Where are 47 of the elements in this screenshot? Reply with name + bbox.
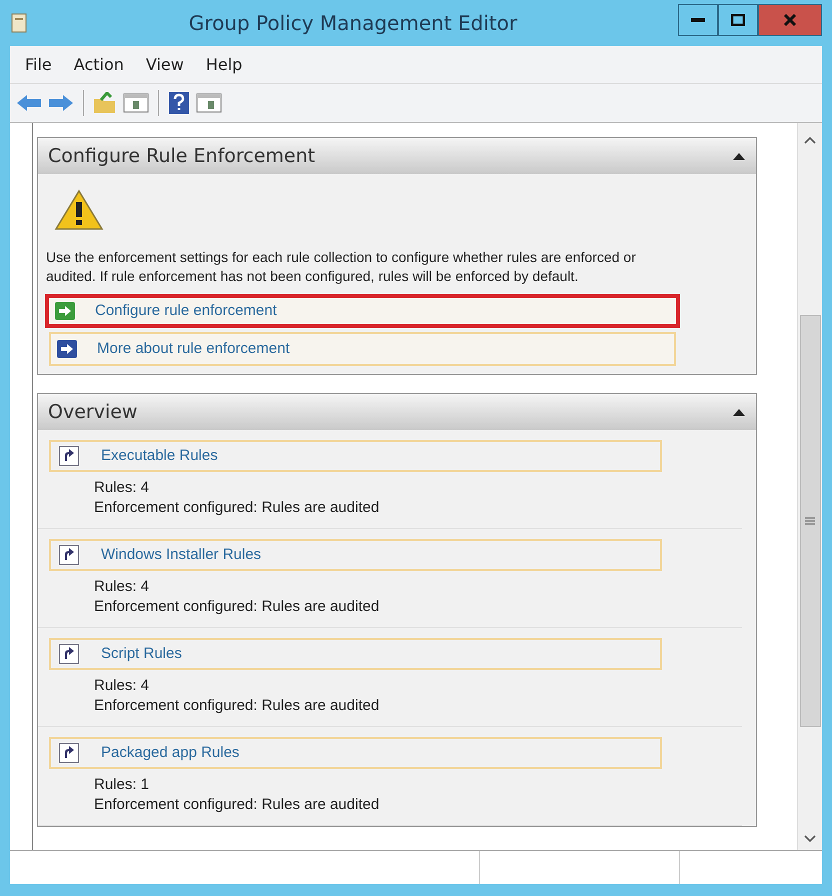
rule-link[interactable]: Packaged app Rules	[49, 737, 662, 769]
enforcement-status: Enforcement configured: Rules are audited	[94, 597, 380, 617]
menu-item[interactable]: File	[16, 50, 61, 78]
shortcut-icon	[59, 743, 79, 763]
rules-count: Rules: 1	[94, 775, 150, 795]
scroll-thumb[interactable]	[800, 315, 820, 727]
enforcement-status: Enforcement configured: Rules are audited	[94, 498, 380, 518]
action-link[interactable]: More about rule enforcement	[49, 332, 676, 366]
help-icon[interactable]	[168, 91, 190, 115]
collapse-icon[interactable]	[732, 151, 746, 161]
action-link[interactable]: Configure rule enforcement	[45, 294, 680, 328]
close-icon	[783, 14, 797, 26]
menu-item[interactable]: View	[136, 50, 193, 78]
section-title: Configure Rule Enforcement	[48, 144, 316, 169]
grip-icon	[805, 517, 815, 525]
rules-count: Rules: 4	[94, 577, 150, 597]
minimize-button[interactable]	[678, 4, 718, 36]
shortcut-icon	[59, 644, 79, 664]
menu-item[interactable]: Action	[64, 50, 133, 78]
scrollbar[interactable]	[797, 123, 822, 850]
rules-count: Rules: 4	[94, 478, 150, 498]
app-icon	[10, 12, 28, 34]
warning-icon	[54, 188, 104, 232]
back-arrow-icon[interactable]	[16, 93, 42, 113]
section-title: Overview	[48, 400, 138, 425]
close-button[interactable]	[758, 4, 822, 36]
rules-count: Rules: 4	[94, 676, 150, 696]
window-pane-icon[interactable]	[123, 92, 149, 114]
scroll-up-icon[interactable]	[803, 135, 817, 145]
minimize-icon	[691, 18, 705, 22]
maximize-icon	[731, 14, 745, 26]
forward-arrow-icon[interactable]	[48, 93, 74, 113]
rule-link[interactable]: Executable Rules	[49, 440, 662, 472]
menu-item[interactable]: Help	[196, 50, 252, 78]
maximize-button[interactable]	[718, 4, 758, 36]
window-title: Group Policy Management Editor	[188, 11, 518, 35]
shortcut-icon	[59, 446, 79, 466]
rule-link[interactable]: Script Rules	[49, 638, 662, 670]
collapse-icon[interactable]	[732, 407, 746, 417]
description-text: Use the enforcement settings for each rule collection to configure whether rules are enforced or audited. If rule enforcement has not been configured, rules will be enforced by default.	[46, 248, 636, 286]
rule-link[interactable]: Windows Installer Rules	[49, 539, 662, 571]
window-pane-icon[interactable]	[196, 92, 222, 114]
scroll-down-icon[interactable]	[803, 834, 817, 844]
enforcement-status: Enforcement configured: Rules are audited	[94, 795, 380, 815]
shortcut-icon	[59, 545, 79, 565]
enforcement-status: Enforcement configured: Rules are audited	[94, 696, 380, 716]
folder-icon[interactable]	[93, 92, 117, 114]
